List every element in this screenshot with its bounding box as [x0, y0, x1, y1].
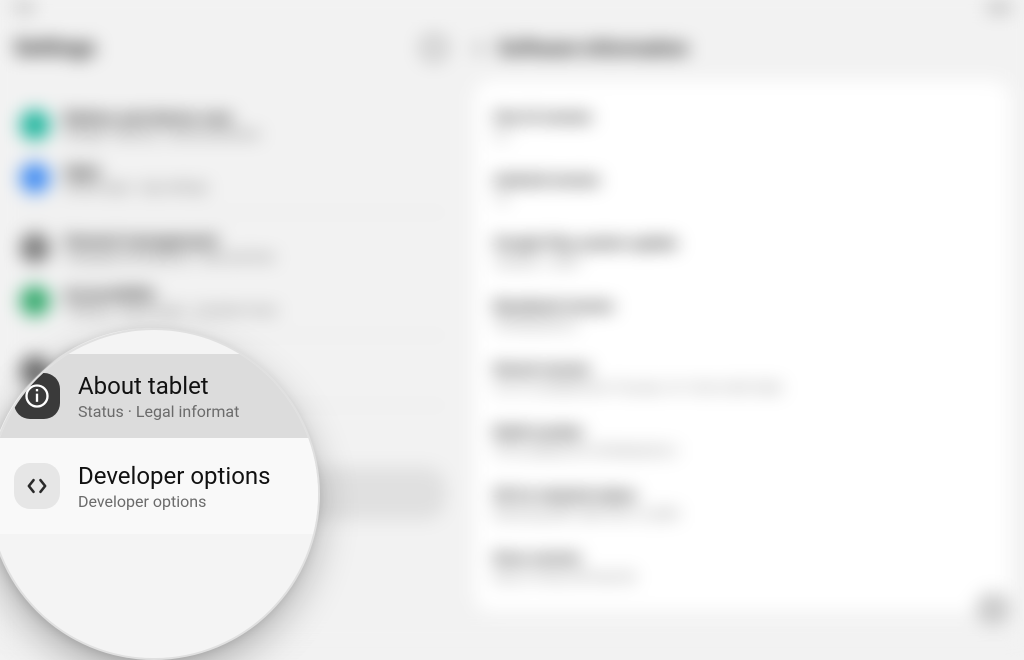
back-icon[interactable]: <	[474, 36, 484, 60]
status-bar: 7:45 100%	[0, 0, 1024, 22]
detail-item-sub: T870XXU2CVL1	[494, 318, 990, 332]
about-tablet-sub: Status · Legal informat	[78, 402, 239, 421]
detail-item[interactable]: Android version 13	[494, 157, 990, 220]
detail-item-sub: 5.1	[494, 129, 990, 143]
sidebar-item-developer-options[interactable]: Developer options Developer options	[0, 438, 318, 534]
detail-item-sub: 13	[494, 192, 990, 206]
list-item-sub: Default apps · App settings	[64, 180, 208, 194]
list-item-sub: Storage · Memory · Device protection	[64, 127, 260, 141]
search-icon[interactable]	[422, 36, 446, 60]
detail-item[interactable]: Kernel version 4.19.113-25950142 #1 Thu …	[494, 346, 990, 409]
detail-item-sub: January 1, 2023	[494, 255, 990, 269]
settings-title: Settings	[14, 36, 96, 61]
fab-icon[interactable]	[976, 592, 1010, 626]
general-icon	[20, 233, 50, 263]
detail-item[interactable]: Baseband version T870XXU2CVL1	[494, 283, 990, 346]
list-item-sub: Language and keyboard · Date and time	[64, 250, 275, 264]
detail-item-sub: TP1A.220624.014.T870XXU2CVL1	[494, 444, 990, 458]
magnifier-lens: About tablet Status · Legal informat Dev…	[0, 328, 320, 660]
developer-options-sub: Developer options	[78, 492, 271, 511]
detail-item[interactable]: Build number TP1A.220624.014.T870XXU2CVL…	[494, 409, 990, 472]
detail-item-title: SE for Android status	[494, 486, 990, 504]
accessibility-icon	[20, 286, 50, 316]
status-battery: 100%	[985, 2, 1012, 20]
detail-title: Software information	[498, 36, 688, 60]
about-tablet-icon	[14, 373, 60, 419]
developer-options-title: Developer options	[78, 462, 271, 490]
developer-options-icon	[14, 463, 60, 509]
detail-item-title: Build number	[494, 423, 990, 441]
detail-item-title: One UI version	[494, 108, 990, 126]
detail-item-title: Baseband version	[494, 297, 990, 315]
sidebar-item-about-tablet[interactable]: About tablet Status · Legal informat	[0, 354, 318, 438]
list-item[interactable]: Battery and device care Storage · Memory…	[14, 98, 446, 151]
status-time: 7:45	[12, 2, 33, 20]
apps-icon	[20, 163, 50, 193]
detail-item[interactable]: Google Play system update January 1, 202…	[494, 220, 990, 283]
list-item[interactable]: Accessibility TalkBack · Mono audio · As…	[14, 274, 446, 327]
list-item-sub: TalkBack · Mono audio · Assistant menu	[64, 303, 277, 317]
detail-item-title: Google Play system update	[494, 234, 990, 252]
list-item-title: Battery and device care	[64, 108, 260, 127]
list-item-title: General management	[64, 231, 275, 250]
detail-item[interactable]: Knox version Knox 3.9 Knox API level 36	[494, 535, 990, 598]
detail-pane: < Software information One UI version 5.…	[460, 22, 1024, 640]
list-item-title: Accessibility	[64, 284, 277, 303]
detail-card: One UI version 5.1 Android version 13 Go…	[474, 80, 1010, 612]
list-item[interactable]: General management Language and keyboard…	[14, 221, 446, 274]
list-item-title: Apps	[64, 161, 208, 180]
detail-item-title: Kernel version	[494, 360, 990, 378]
battery-icon	[20, 110, 50, 140]
list-item[interactable]: Apps Default apps · App settings	[14, 151, 446, 204]
detail-item-title: Knox version	[494, 549, 990, 567]
detail-item[interactable]: SE for Android status Enforcing SEPF_SM-…	[494, 472, 990, 535]
divider	[14, 212, 446, 213]
detail-item-sub: Knox 3.9 Knox API level 36	[494, 570, 990, 584]
detail-item-title: Android version	[494, 171, 990, 189]
detail-item-sub: Enforcing SEPF_SM-T870_13_0001	[494, 507, 990, 521]
detail-item[interactable]: One UI version 5.1	[494, 94, 990, 157]
detail-item-sub: 4.19.113-25950142 #1 Thu Dec 15 17:34:12…	[494, 381, 990, 395]
about-tablet-title: About tablet	[78, 372, 239, 400]
